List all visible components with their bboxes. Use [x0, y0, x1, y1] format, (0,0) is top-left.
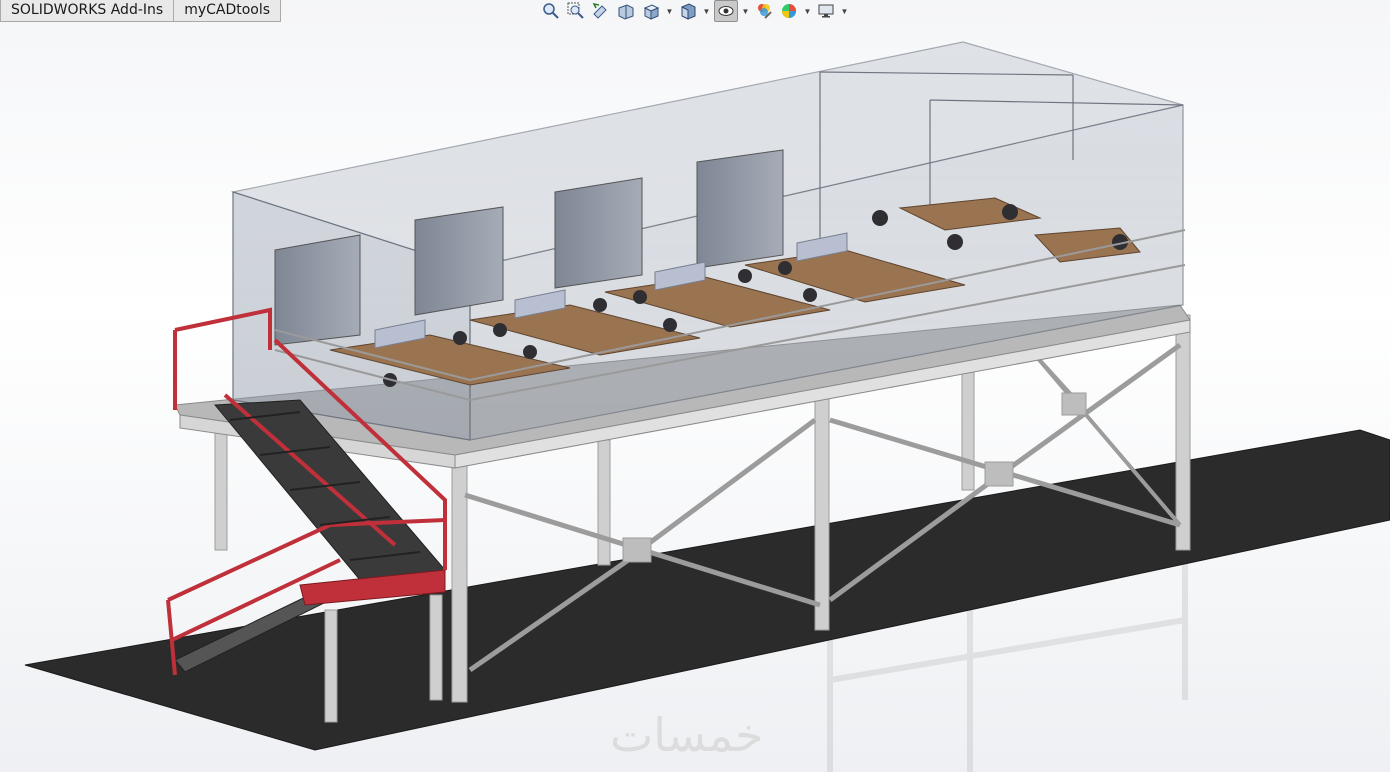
display-style-menu-icon[interactable]: ▼: [702, 1, 711, 21]
zoom-to-fit-icon[interactable]: [540, 1, 562, 21]
apply-scene-menu-icon[interactable]: ▼: [803, 1, 812, 21]
command-manager-tabs: SOLIDWORKS Add-Ins myCADtools: [0, 0, 282, 22]
section-view-icon[interactable]: [615, 1, 637, 21]
zoom-to-area-icon[interactable]: [565, 1, 587, 21]
previous-view-icon[interactable]: [590, 1, 612, 21]
view-orientation-menu-icon[interactable]: ▼: [665, 1, 674, 21]
tab-mycadtools[interactable]: myCADtools: [174, 0, 282, 22]
hide-show-items-icon[interactable]: [714, 0, 738, 22]
watermark: خمسات: [610, 708, 764, 762]
tab-solidworks-add-ins[interactable]: SOLIDWORKS Add-Ins: [0, 0, 175, 22]
heads-up-view-toolbar: ▼ ▼ ▼ ▼ ▼: [540, 0, 849, 22]
view-settings-icon[interactable]: [815, 1, 837, 21]
edit-appearance-icon[interactable]: [753, 1, 775, 21]
display-style-icon[interactable]: [677, 1, 699, 21]
view-orientation-icon[interactable]: [640, 1, 662, 21]
graphics-area[interactable]: [0, 0, 1390, 772]
hide-show-items-menu-icon[interactable]: ▼: [741, 1, 750, 21]
view-settings-menu-icon[interactable]: ▼: [840, 1, 849, 21]
apply-scene-icon[interactable]: [778, 1, 800, 21]
